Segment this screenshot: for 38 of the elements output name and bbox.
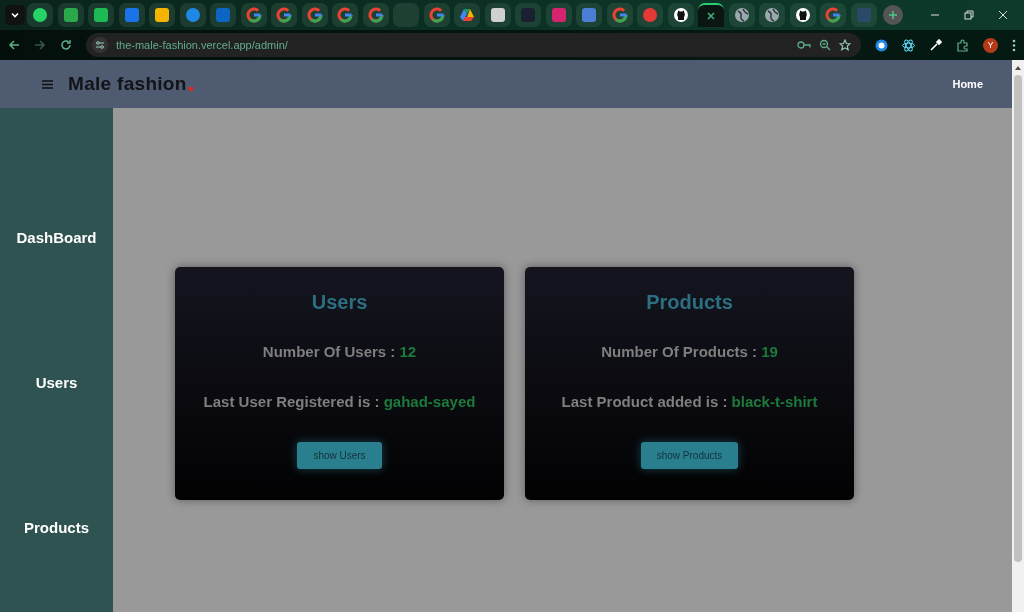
chevron-icon[interactable] xyxy=(10,10,20,20)
browser-tab[interactable] xyxy=(484,3,511,27)
browser-tab[interactable] xyxy=(667,3,694,27)
menu-icon[interactable] xyxy=(1012,38,1016,52)
eyedropper-icon[interactable] xyxy=(929,38,942,52)
tab-search-button[interactable] xyxy=(5,5,25,25)
scrollbar[interactable] xyxy=(1012,60,1024,612)
close-icon[interactable] xyxy=(706,11,716,21)
circle-icon[interactable] xyxy=(875,38,888,52)
sidebar-link[interactable]: Products xyxy=(0,519,113,537)
browser-tab[interactable] xyxy=(149,3,175,27)
reload-icon[interactable] xyxy=(60,39,72,51)
back-icon[interactable] xyxy=(8,39,20,51)
restore-icon[interactable] xyxy=(964,10,974,20)
last-added-text: Last User Registered is : gahad-sayed xyxy=(203,393,476,410)
count-text: Number Of Users : 12 xyxy=(262,343,417,360)
card-title: Products xyxy=(646,291,733,315)
nav-link[interactable]: Home xyxy=(952,78,983,90)
browser-tab[interactable] xyxy=(789,3,816,27)
browser-tab[interactable] xyxy=(88,3,114,27)
count-text: Number Of Products : 19 xyxy=(601,343,778,360)
key-icon[interactable] xyxy=(797,39,811,51)
browser-tab[interactable] xyxy=(698,3,724,27)
scroll-up-icon[interactable] xyxy=(1014,64,1022,72)
profile-avatar[interactable]: Y xyxy=(983,37,998,53)
card-title: Users xyxy=(311,291,368,315)
puzzle-icon[interactable] xyxy=(956,38,969,52)
browser-tab[interactable] xyxy=(27,3,53,27)
sidebar-link[interactable]: Users xyxy=(0,374,113,392)
browser-tab[interactable] xyxy=(454,3,480,27)
forward-icon[interactable] xyxy=(34,39,46,51)
sidebar-link[interactable]: DashBoard xyxy=(0,229,113,247)
zoom-out-icon[interactable] xyxy=(819,39,831,51)
last-added-text: Last Product added is : black-t-shirt xyxy=(561,393,818,410)
new-tab-button[interactable] xyxy=(883,5,903,25)
atom-icon[interactable] xyxy=(902,38,915,52)
plus-icon[interactable] xyxy=(888,10,898,20)
star-icon[interactable] xyxy=(839,39,851,51)
